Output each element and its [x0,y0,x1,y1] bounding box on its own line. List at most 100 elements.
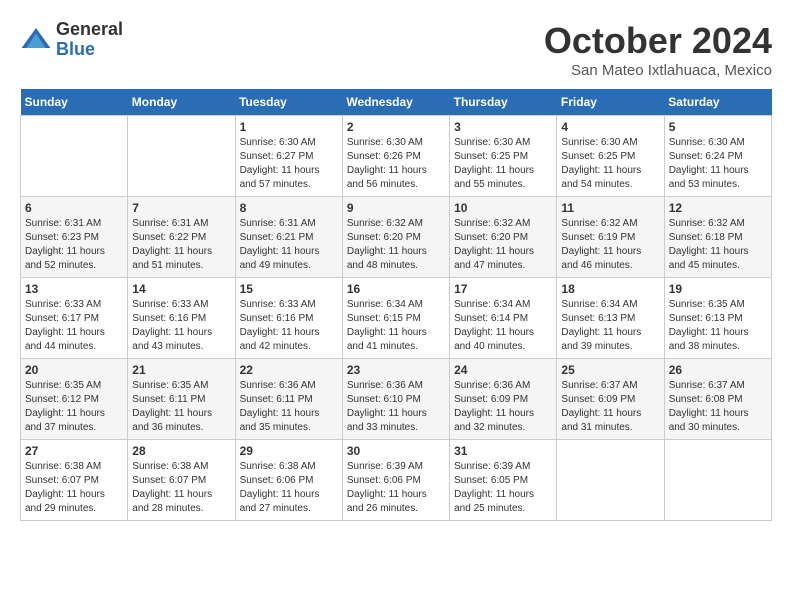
day-info: Sunrise: 6:31 AMSunset: 6:21 PMDaylight:… [240,217,338,273]
day-number: 20 [25,363,123,377]
location: San Mateo Ixtlahuaca, Mexico [544,62,772,79]
day-header-monday: Monday [128,89,235,116]
day-number: 24 [454,363,552,377]
day-info: Sunrise: 6:32 AMSunset: 6:19 PMDaylight:… [561,217,659,273]
day-header-friday: Friday [557,89,664,116]
day-number: 16 [347,282,445,296]
day-info: Sunrise: 6:31 AMSunset: 6:22 PMDaylight:… [132,217,230,273]
day-number: 6 [25,201,123,215]
day-info: Sunrise: 6:32 AMSunset: 6:20 PMDaylight:… [454,217,552,273]
calendar-cell: 18 Sunrise: 6:34 AMSunset: 6:13 PMDayligh… [557,278,664,359]
calendar-cell: 4Sunrise: 6:30 AMSunset: 6:25 PMDaylight… [557,116,664,197]
calendar: SundayMondayTuesdayWednesdayThursdayFrid… [20,89,772,521]
day-info: Sunrise: 6:34 AMSunset: 6:13 PMDaylight:… [561,298,659,354]
day-info: Sunrise: 6:33 AMSunset: 6:16 PMDaylight:… [240,298,338,354]
calendar-cell: 21 Sunrise: 6:35 AMSunset: 6:11 PMDayligh… [128,359,235,440]
calendar-week-5: 27Sunrise: 6:38 AMSunset: 6:07 PMDayligh… [21,440,772,521]
day-number: 8 [240,201,338,215]
day-info: Sunrise: 6:35 AMSunset: 6:11 PMDaylight:… [132,379,230,435]
day-info: Sunrise: 6:30 AMSunset: 6:25 PMDaylight:… [454,136,552,192]
calendar-cell: 27Sunrise: 6:38 AMSunset: 6:07 PMDayligh… [21,440,128,521]
calendar-cell: 30 Sunrise: 6:39 AMSunset: 6:06 PMDayligh… [342,440,449,521]
day-info: Sunrise: 6:33 AMSunset: 6:17 PMDaylight:… [25,298,123,354]
day-number: 2 [347,120,445,134]
day-info: Sunrise: 6:30 AMSunset: 6:24 PMDaylight:… [669,136,767,192]
calendar-cell: 7 Sunrise: 6:31 AMSunset: 6:22 PMDaylight… [128,197,235,278]
day-header-wednesday: Wednesday [342,89,449,116]
calendar-cell: 6Sunrise: 6:31 AMSunset: 6:23 PMDaylight… [21,197,128,278]
day-number: 10 [454,201,552,215]
logo-blue: Blue [56,40,123,60]
calendar-week-3: 13Sunrise: 6:33 AMSunset: 6:17 PMDayligh… [21,278,772,359]
day-info: Sunrise: 6:32 AMSunset: 6:18 PMDaylight:… [669,217,767,273]
calendar-cell [128,116,235,197]
day-info: Sunrise: 6:35 AMSunset: 6:13 PMDaylight:… [669,298,767,354]
day-number: 14 [132,282,230,296]
logo-icon [20,24,52,56]
calendar-cell: 22Sunrise: 6:36 AMSunset: 6:11 PMDayligh… [235,359,342,440]
day-info: Sunrise: 6:38 AMSunset: 6:07 PMDaylight:… [25,460,123,516]
day-info: Sunrise: 6:32 AMSunset: 6:20 PMDaylight:… [347,217,445,273]
day-number: 28 [132,444,230,458]
calendar-cell: 26Sunrise: 6:37 AMSunset: 6:08 PMDayligh… [664,359,771,440]
calendar-cell: 2 Sunrise: 6:30 AMSunset: 6:26 PMDaylight… [342,116,449,197]
calendar-cell: 3 Sunrise: 6:30 AMSunset: 6:25 PMDaylight… [450,116,557,197]
calendar-cell: 20 Sunrise: 6:35 AMSunset: 6:12 PMDayligh… [21,359,128,440]
day-info: Sunrise: 6:34 AMSunset: 6:15 PMDaylight:… [347,298,445,354]
day-number: 23 [347,363,445,377]
day-info: Sunrise: 6:33 AMSunset: 6:16 PMDaylight:… [132,298,230,354]
day-number: 18 [561,282,659,296]
day-number: 1 [240,120,338,134]
day-number: 19 [669,282,767,296]
day-number: 9 [347,201,445,215]
calendar-cell: 5 Sunrise: 6:30 AMSunset: 6:24 PMDaylight… [664,116,771,197]
day-number: 12 [669,201,767,215]
calendar-week-2: 6Sunrise: 6:31 AMSunset: 6:23 PMDaylight… [21,197,772,278]
calendar-cell: 11 Sunrise: 6:32 AMSunset: 6:19 PMDayligh… [557,197,664,278]
calendar-cell: 19 Sunrise: 6:35 AMSunset: 6:13 PMDayligh… [664,278,771,359]
calendar-cell: 1 Sunrise: 6:30 AMSunset: 6:27 PMDaylight… [235,116,342,197]
day-number: 15 [240,282,338,296]
calendar-cell: 31Sunrise: 6:39 AMSunset: 6:05 PMDayligh… [450,440,557,521]
day-info: Sunrise: 6:39 AMSunset: 6:05 PMDaylight:… [454,460,552,516]
day-info: Sunrise: 6:37 AMSunset: 6:09 PMDaylight:… [561,379,659,435]
day-info: Sunrise: 6:35 AMSunset: 6:12 PMDaylight:… [25,379,123,435]
day-header-thursday: Thursday [450,89,557,116]
calendar-cell: 10 Sunrise: 6:32 AMSunset: 6:20 PMDayligh… [450,197,557,278]
day-info: Sunrise: 6:30 AMSunset: 6:25 PMDaylight:… [561,136,659,192]
calendar-cell: 29Sunrise: 6:38 AMSunset: 6:06 PMDayligh… [235,440,342,521]
month-title: October 2024 [544,20,772,62]
day-number: 21 [132,363,230,377]
day-number: 5 [669,120,767,134]
day-header-saturday: Saturday [664,89,771,116]
calendar-cell: 28 Sunrise: 6:38 AMSunset: 6:07 PMDayligh… [128,440,235,521]
calendar-cell: 25Sunrise: 6:37 AMSunset: 6:09 PMDayligh… [557,359,664,440]
calendar-cell [21,116,128,197]
day-info: Sunrise: 6:39 AMSunset: 6:06 PMDaylight:… [347,460,445,516]
day-info: Sunrise: 6:38 AMSunset: 6:07 PMDaylight:… [132,460,230,516]
calendar-cell: 12 Sunrise: 6:32 AMSunset: 6:18 PMDayligh… [664,197,771,278]
logo-general: General [56,20,123,40]
day-info: Sunrise: 6:30 AMSunset: 6:27 PMDaylight:… [240,136,338,192]
day-header-tuesday: Tuesday [235,89,342,116]
day-header-sunday: Sunday [21,89,128,116]
day-info: Sunrise: 6:30 AMSunset: 6:26 PMDaylight:… [347,136,445,192]
calendar-cell: 9 Sunrise: 6:32 AMSunset: 6:20 PMDaylight… [342,197,449,278]
title-section: October 2024 San Mateo Ixtlahuaca, Mexic… [544,20,772,79]
day-number: 29 [240,444,338,458]
calendar-cell [557,440,664,521]
day-info: Sunrise: 6:36 AMSunset: 6:09 PMDaylight:… [454,379,552,435]
calendar-week-4: 20 Sunrise: 6:35 AMSunset: 6:12 PMDayligh… [21,359,772,440]
calendar-cell: 17Sunrise: 6:34 AMSunset: 6:14 PMDayligh… [450,278,557,359]
logo: General Blue [20,20,123,60]
calendar-cell: 8 Sunrise: 6:31 AMSunset: 6:21 PMDaylight… [235,197,342,278]
day-number: 11 [561,201,659,215]
page-header: General Blue October 2024 San Mateo Ixtl… [20,20,772,79]
calendar-cell: 23Sunrise: 6:36 AMSunset: 6:10 PMDayligh… [342,359,449,440]
day-number: 22 [240,363,338,377]
day-number: 30 [347,444,445,458]
calendar-cell: 15 Sunrise: 6:33 AMSunset: 6:16 PMDayligh… [235,278,342,359]
day-number: 3 [454,120,552,134]
calendar-cell: 13Sunrise: 6:33 AMSunset: 6:17 PMDayligh… [21,278,128,359]
day-number: 7 [132,201,230,215]
